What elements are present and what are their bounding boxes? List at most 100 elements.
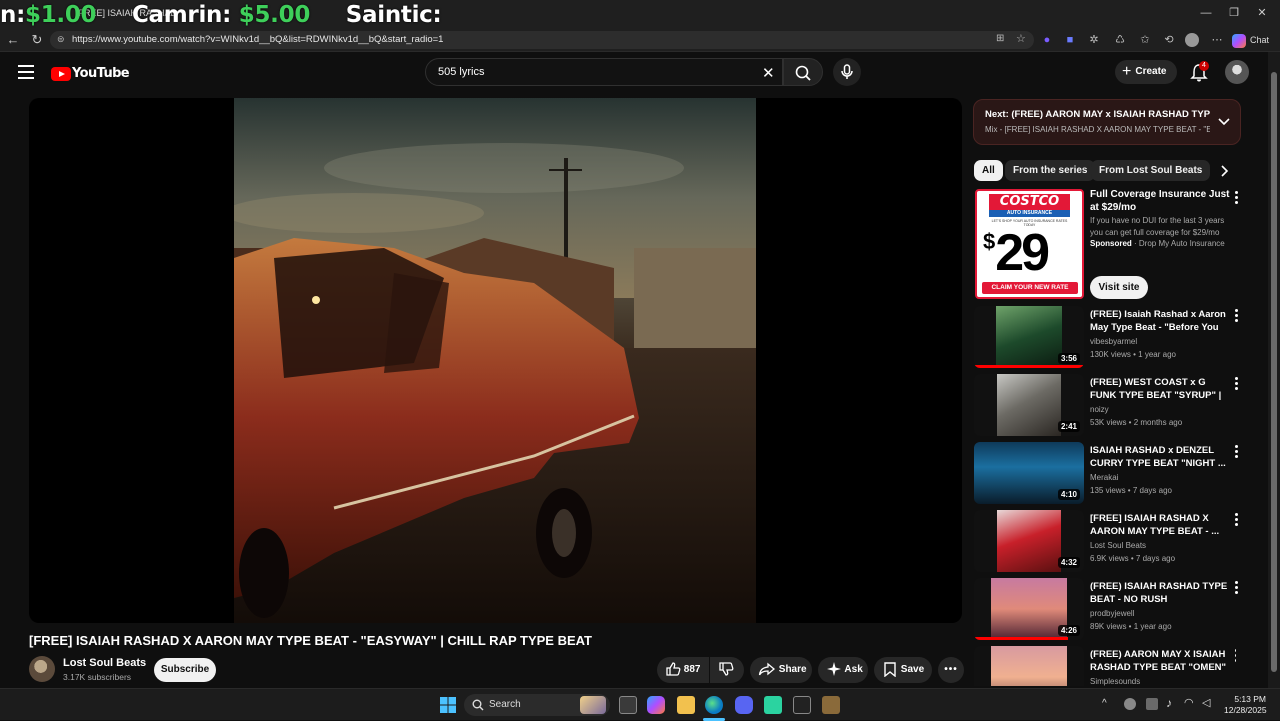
chevron-up-icon[interactable]: ^ bbox=[1102, 698, 1107, 709]
tray-app-icon[interactable] bbox=[1124, 698, 1136, 710]
recommendation-title[interactable]: [FREE] ISAIAH RASHAD X AARON MAY TYPE BE… bbox=[1090, 512, 1228, 538]
youtube-logo[interactable]: YouTube bbox=[51, 65, 130, 81]
more-options-icon[interactable] bbox=[1231, 513, 1241, 527]
account-avatar[interactable] bbox=[1225, 60, 1249, 84]
chip-all[interactable]: All bbox=[974, 160, 1003, 181]
video-frame[interactable] bbox=[234, 98, 756, 623]
recommendation-thumbnail[interactable]: 3:56 bbox=[974, 306, 1084, 368]
volume-icon[interactable]: ◁ bbox=[1202, 696, 1210, 709]
app-icon[interactable] bbox=[764, 696, 782, 714]
more-menu-icon[interactable]: ⋯ bbox=[1210, 33, 1224, 47]
hamburger-menu-icon[interactable] bbox=[18, 65, 34, 79]
extensions-icon[interactable]: ✲ bbox=[1087, 33, 1101, 47]
ad-title[interactable]: Full Coverage Insurance Just at $29/mo bbox=[1090, 188, 1230, 214]
ad-thumbnail[interactable]: COSTCO AUTO INSURANCE LET'S SHOP YOUR AU… bbox=[975, 189, 1084, 299]
ask-button[interactable]: Ask bbox=[818, 657, 868, 683]
voice-search-button[interactable] bbox=[833, 58, 861, 86]
recommendation-thumbnail[interactable]: 4:26 bbox=[974, 578, 1084, 640]
edge-browser-icon[interactable] bbox=[705, 696, 723, 714]
site-info-icon[interactable]: ⊜ bbox=[57, 34, 65, 45]
video-player[interactable] bbox=[29, 98, 962, 623]
search-box[interactable]: ✕ bbox=[425, 58, 783, 86]
more-options-icon[interactable] bbox=[1231, 377, 1241, 391]
recommendation-channel[interactable]: prodbyjewell bbox=[1090, 609, 1134, 618]
url-text[interactable]: https://www.youtube.com/watch?v=WINkv1d_… bbox=[72, 34, 443, 45]
more-actions-button[interactable]: ••• bbox=[938, 657, 964, 683]
extension-2-icon[interactable]: ■ bbox=[1063, 33, 1077, 47]
watched-progress-bar bbox=[974, 365, 1084, 368]
address-bar[interactable]: ⊜ https://www.youtube.com/watch?v=WINkv1… bbox=[50, 31, 1034, 49]
channel-avatar[interactable] bbox=[29, 656, 55, 682]
wifi-icon[interactable]: ◠ bbox=[1184, 696, 1194, 709]
minecraft-icon[interactable] bbox=[822, 696, 840, 714]
recommendation-thumbnail[interactable]: 2:41 bbox=[974, 374, 1084, 436]
recommendation-title[interactable]: (FREE) ISAIAH RASHAD TYPE BEAT - NO RUSH bbox=[1090, 580, 1228, 606]
more-options-icon[interactable] bbox=[1231, 649, 1236, 663]
recommendation-title[interactable]: (FREE) WEST COAST x G FUNK TYPE BEAT "SY… bbox=[1090, 376, 1228, 402]
chevron-right-icon[interactable] bbox=[1217, 164, 1231, 178]
back-button[interactable]: ← bbox=[5, 32, 21, 48]
task-view-icon[interactable] bbox=[619, 696, 637, 714]
taskbar-search-box[interactable]: Search bbox=[464, 694, 610, 716]
file-explorer-icon[interactable] bbox=[677, 696, 695, 714]
recommendation-item[interactable]: 4:32 [FREE] ISAIAH RASHAD X AARON MAY TY… bbox=[974, 510, 1238, 574]
recommendation-thumbnail[interactable]: 4:10 bbox=[974, 442, 1084, 504]
recommendation-item[interactable]: 4:10 ISAIAH RASHAD x DENZEL CURRY TYPE B… bbox=[974, 442, 1238, 506]
create-button[interactable]: + Create bbox=[1115, 60, 1177, 84]
favorites-icon[interactable]: ✩ bbox=[1138, 33, 1152, 47]
copilot-chat-button[interactable]: Chat bbox=[1232, 32, 1276, 48]
up-next-mix-panel[interactable]: Next: (FREE) AARON MAY x ISAIAH RASHAD T… bbox=[973, 99, 1241, 145]
channel-name[interactable]: Lost Soul Beats bbox=[63, 657, 146, 669]
discord-icon[interactable] bbox=[735, 696, 753, 714]
favorite-star-icon[interactable]: ☆ bbox=[1016, 32, 1026, 45]
recommendation-channel[interactable]: noizy bbox=[1090, 405, 1109, 414]
recommendation-item[interactable]: (FREE) AARON MAY X ISAIAH RASHAD TYPE BE… bbox=[974, 646, 1236, 686]
close-window-button[interactable]: ✕ bbox=[1252, 5, 1272, 21]
clear-search-icon[interactable]: ✕ bbox=[762, 64, 775, 82]
visit-site-button[interactable]: Visit site bbox=[1090, 276, 1148, 299]
share-button[interactable]: Share bbox=[750, 657, 812, 683]
chip-from-channel[interactable]: From Lost Soul Beats bbox=[1091, 160, 1211, 181]
copilot-taskbar-icon[interactable] bbox=[647, 696, 665, 714]
recommendation-item[interactable]: 3:56 (FREE) Isaiah Rashad x Aaron May Ty… bbox=[974, 306, 1238, 370]
microphone-icon[interactable]: ♪ bbox=[1166, 696, 1172, 710]
recommendation-title[interactable]: (FREE) Isaiah Rashad x Aaron May Type Be… bbox=[1090, 308, 1228, 334]
windows-start-icon[interactable] bbox=[440, 697, 456, 713]
like-button[interactable]: 887 bbox=[657, 657, 709, 683]
chip-from-the-series[interactable]: From the series bbox=[1005, 160, 1096, 181]
search-button[interactable] bbox=[783, 58, 823, 86]
extension-icon[interactable]: ● bbox=[1040, 33, 1054, 47]
recommendation-item[interactable]: 4:26 (FREE) ISAIAH RASHAD TYPE BEAT - NO… bbox=[974, 578, 1238, 642]
recommendation-thumbnail[interactable] bbox=[974, 646, 1084, 686]
chevron-down-icon[interactable] bbox=[1217, 114, 1231, 128]
recommendation-title[interactable]: ISAIAH RASHAD x DENZEL CURRY TYPE BEAT "… bbox=[1090, 444, 1228, 470]
steam-icon[interactable] bbox=[793, 696, 811, 714]
tray-app-2-icon[interactable] bbox=[1146, 698, 1158, 710]
recommendation-channel[interactable]: Merakai bbox=[1090, 473, 1118, 482]
recommendation-channel[interactable]: Simplesounds bbox=[1090, 677, 1140, 686]
subscribe-button[interactable]: Subscribe bbox=[154, 658, 216, 682]
app-available-icon[interactable]: ⊞ bbox=[996, 33, 1004, 44]
recommendation-item[interactable]: 2:41 (FREE) WEST COAST x G FUNK TYPE BEA… bbox=[974, 374, 1238, 438]
scrollbar-thumb[interactable] bbox=[1271, 72, 1277, 672]
history-icon[interactable]: ⟲ bbox=[1162, 33, 1176, 47]
ad-more-icon[interactable] bbox=[1231, 191, 1241, 205]
dislike-button[interactable] bbox=[710, 657, 744, 683]
save-button[interactable]: Save bbox=[874, 657, 932, 683]
browser-essentials-icon[interactable]: ♺ bbox=[1113, 33, 1127, 47]
profile-icon[interactable] bbox=[1185, 33, 1199, 47]
search-input[interactable] bbox=[438, 66, 738, 78]
maximize-button[interactable]: ❐ bbox=[1224, 5, 1244, 21]
recommendation-channel[interactable]: Lost Soul Beats bbox=[1090, 541, 1146, 550]
more-options-icon[interactable] bbox=[1231, 445, 1241, 459]
minimize-button[interactable]: — bbox=[1196, 5, 1216, 21]
recommendation-channel[interactable]: vibesbyarmel bbox=[1090, 337, 1137, 346]
recommendation-thumbnail[interactable]: 4:32 bbox=[974, 510, 1084, 572]
more-options-icon[interactable] bbox=[1231, 581, 1241, 595]
recommendation-title[interactable]: (FREE) AARON MAY X ISAIAH RASHAD TYPE BE… bbox=[1090, 648, 1228, 674]
refresh-button[interactable]: ↻ bbox=[29, 32, 45, 48]
search-icon bbox=[795, 65, 811, 81]
system-clock[interactable]: 5:13 PM 12/28/2025 bbox=[1224, 694, 1267, 716]
page-scrollbar[interactable] bbox=[1268, 52, 1280, 692]
more-options-icon[interactable] bbox=[1231, 309, 1241, 323]
